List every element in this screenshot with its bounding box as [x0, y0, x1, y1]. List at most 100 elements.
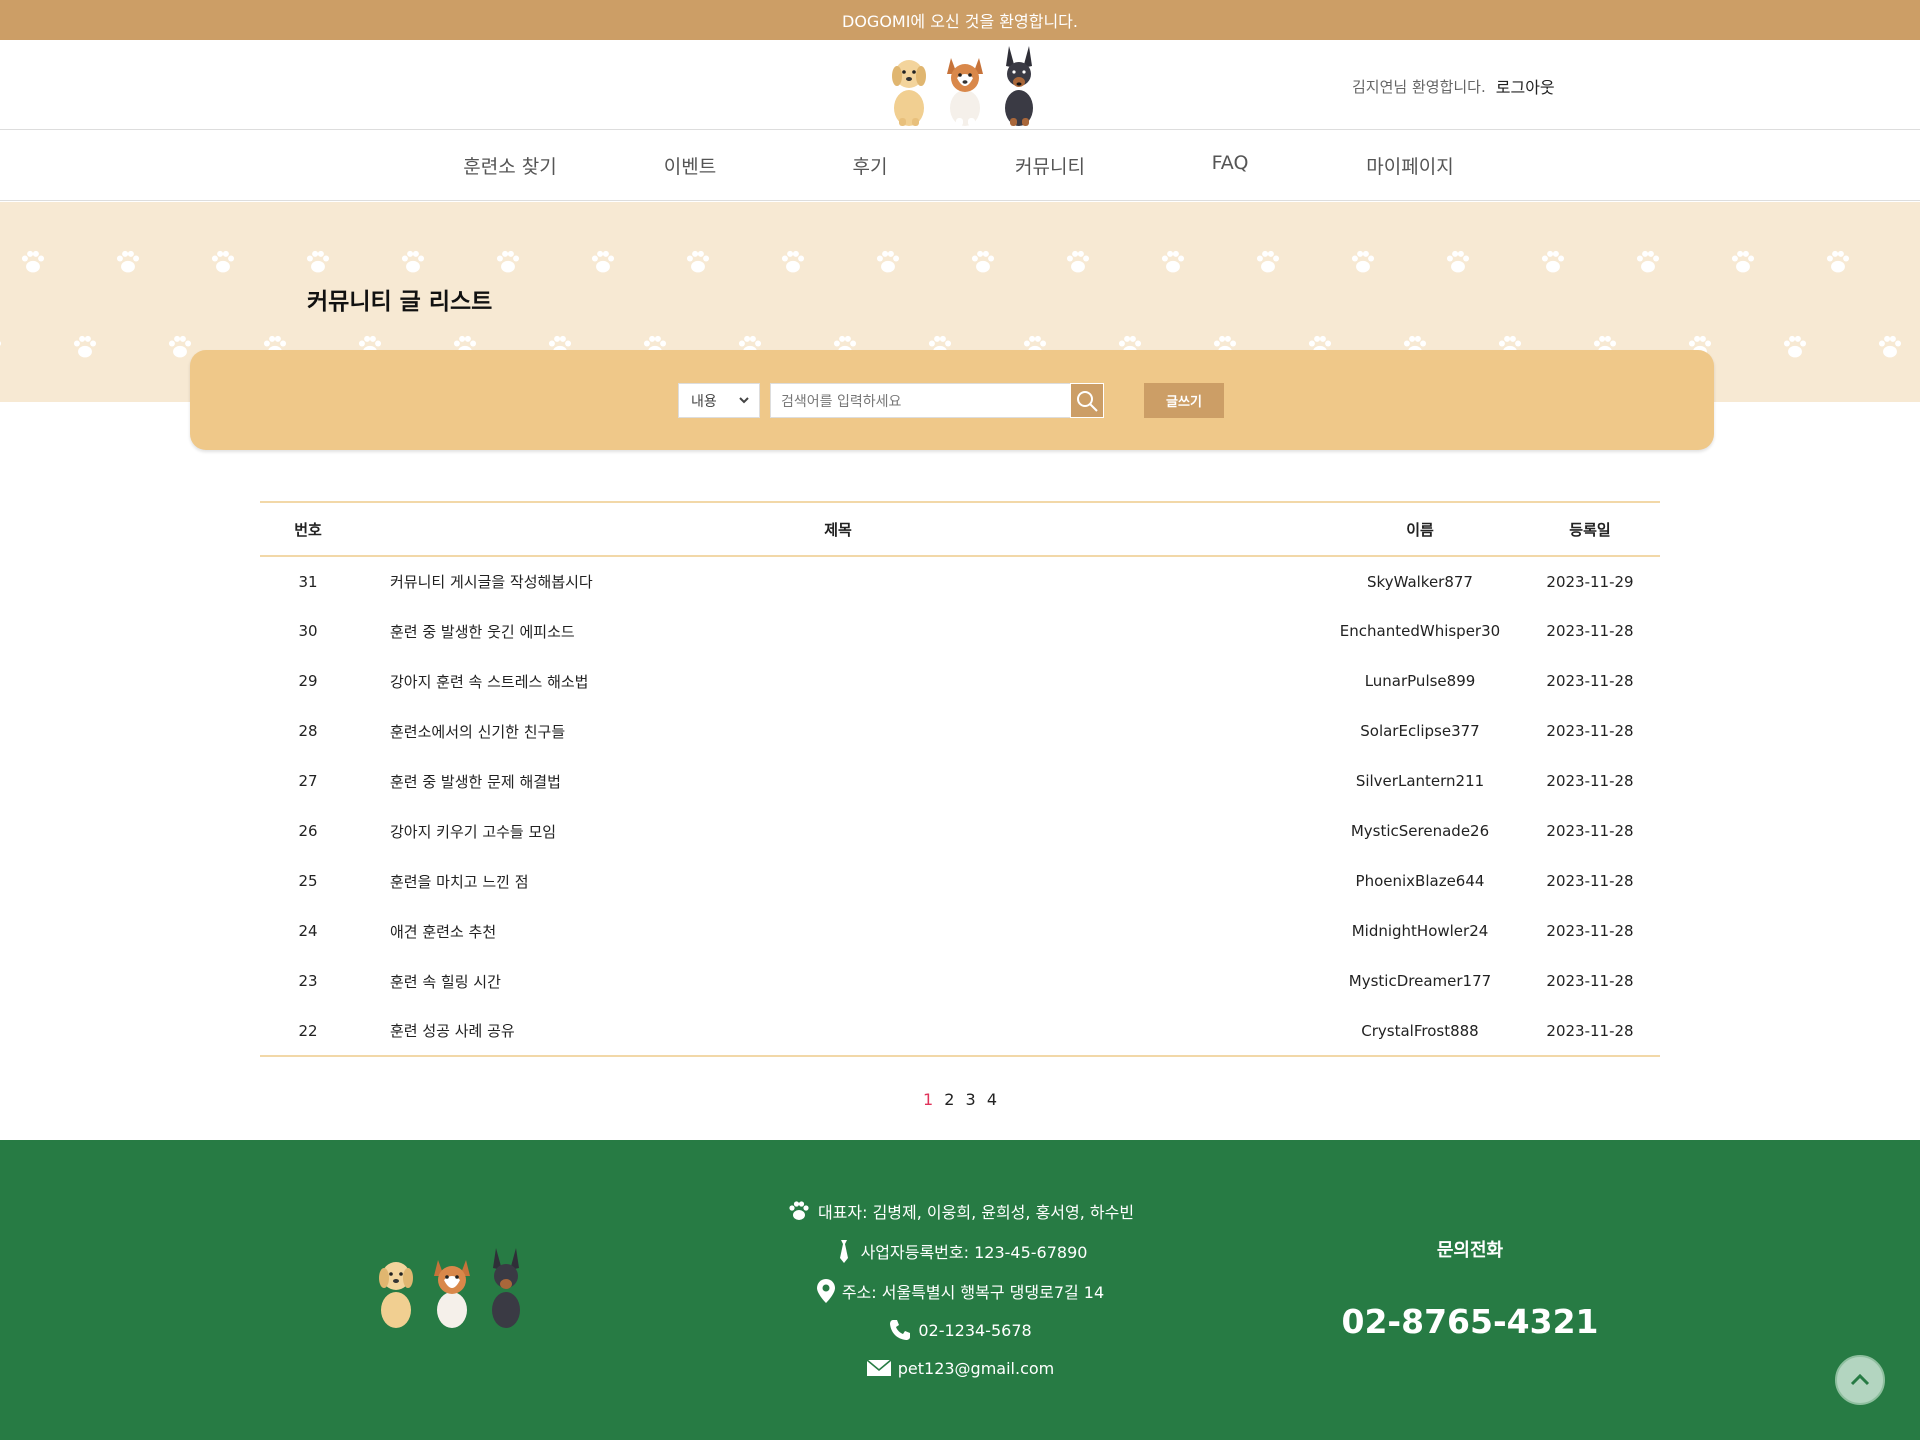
row-name: MidnightHowler24 — [1351, 922, 1489, 940]
chevron-up-icon — [1850, 1373, 1870, 1386]
table-row[interactable]: 24 애견 훈련소 추천 MidnightHowler24 2023-11-28 — [260, 906, 1660, 956]
search-placeholder: 검색어를 입력하세요 — [781, 393, 902, 410]
contact-title: 문의전화 — [1436, 1240, 1504, 1261]
phone-icon — [890, 1320, 911, 1340]
contact-phone: 02-8765-4321 — [1341, 1302, 1599, 1341]
table-row[interactable]: 23 훈련 속 힐링 시간 MysticDreamer177 2023-11-2… — [260, 956, 1660, 1006]
write-button[interactable]: 글쓰기 — [1144, 383, 1224, 418]
user-area: 김지연님 환영합니다. 로그아웃 — [1352, 74, 1555, 98]
row-title[interactable]: 훈련 중 발생한 문제 해결법 — [356, 756, 1320, 806]
main-nav: 훈련소 찾기 이벤트 후기 커뮤니티 FAQ 마이페이지 — [0, 130, 1920, 201]
footer-email-line: pet123@gmail.com — [0, 1358, 1920, 1378]
paw-pattern-icon — [971, 250, 995, 273]
table-row[interactable]: 28 훈련소에서의 신기한 친구들 SolarEclipse377 2023-1… — [260, 706, 1660, 756]
site-header: 김지연님 환영합니다. 로그아웃 — [0, 40, 1920, 130]
table-row[interactable]: 27 훈련 중 발생한 문제 해결법 SilverLantern211 2023… — [260, 756, 1660, 806]
paw-pattern-icon — [1256, 250, 1280, 273]
page-link-1[interactable]: 1 — [923, 1090, 933, 1109]
table-row[interactable]: 22 훈련 성공 사례 공유 CrystalFrost888 2023-11-2… — [260, 1006, 1660, 1056]
nav-item-find-training[interactable]: 훈련소 찾기 — [440, 152, 580, 179]
nav-item-community[interactable]: 커뮤니티 — [980, 152, 1120, 179]
paw-pattern-icon — [0, 341, 2, 346]
page-link-2[interactable]: 2 — [944, 1090, 954, 1109]
paw-pattern-icon — [1066, 250, 1090, 273]
row-title[interactable]: 애견 훈련소 추천 — [356, 906, 1320, 956]
paw-pattern-icon — [1826, 250, 1850, 273]
row-title[interactable]: 훈련을 마치고 느낀 점 — [356, 856, 1320, 906]
page-link-3[interactable]: 3 — [966, 1090, 976, 1109]
row-date: 2023-11-28 — [1546, 672, 1634, 690]
row-date: 2023-11-28 — [1546, 1021, 1634, 1040]
footer-address: 주소: 서울특별시 행복구 댕댕로7길 14 — [841, 1283, 1105, 1302]
footer-phone-line: 02-1234-5678 — [0, 1318, 1920, 1342]
row-title[interactable]: 훈련 중 발생한 웃긴 에피소드 — [356, 606, 1320, 656]
paw-pattern-icon — [211, 250, 235, 273]
paw-pattern-icon — [73, 335, 97, 358]
paw-pattern-icon — [1351, 250, 1375, 273]
header-no: 번호 — [294, 520, 322, 539]
row-title[interactable]: 훈련 속 힐링 시간 — [356, 956, 1320, 1006]
row-date: 2023-11-29 — [1546, 572, 1634, 591]
row-no: 28 — [298, 722, 318, 740]
row-title[interactable]: 커뮤니티 게시글을 작성해봅시다 — [356, 556, 1320, 606]
paw-pattern-icon — [1446, 250, 1470, 273]
row-name: SilverLantern211 — [1355, 772, 1485, 790]
row-no: 26 — [298, 822, 318, 840]
nav-item-event[interactable]: 이벤트 — [620, 152, 760, 179]
row-title[interactable]: 강아지 키우기 고수들 모임 — [356, 806, 1320, 856]
row-name: EnchantedWhisper30 — [1339, 622, 1501, 640]
post-table: 번호 제목 이름 등록일 31 커뮤니티 게시글을 작성해봅시다 SkyWalk… — [260, 501, 1660, 1057]
search-type-value: 내용 — [691, 393, 717, 410]
paw-pattern-icon — [686, 250, 710, 273]
footer-business-no: 사업자등록번호: 123-45-67890 — [860, 1243, 1088, 1262]
row-date: 2023-11-28 — [1546, 622, 1634, 640]
doberman-icon — [1005, 46, 1033, 126]
table-row[interactable]: 29 강아지 훈련 속 스트레스 해소법 LunarPulse899 2023-… — [260, 656, 1660, 706]
footer-address-line: 주소: 서울특별시 행복구 댕댕로7길 14 — [0, 1278, 1920, 1304]
pagination: 1 2 3 4 — [0, 1090, 1920, 1109]
row-name: CrystalFrost888 — [1361, 1021, 1479, 1040]
search-button[interactable] — [1070, 383, 1104, 418]
row-date: 2023-11-28 — [1546, 822, 1634, 840]
row-name: LunarPulse899 — [1364, 672, 1476, 690]
paw-pattern-icon — [1636, 250, 1660, 273]
mail-icon — [866, 1359, 892, 1376]
row-name: MysticSerenade26 — [1350, 822, 1490, 840]
table-row[interactable]: 26 강아지 키우기 고수들 모임 MysticSerenade26 2023-… — [260, 806, 1660, 856]
nav-item-mypage[interactable]: 마이페이지 — [1340, 152, 1480, 179]
row-date: 2023-11-28 — [1546, 922, 1634, 940]
footer-email: pet123@gmail.com — [897, 1358, 1055, 1378]
search-input[interactable]: 검색어를 입력하세요 — [770, 383, 1075, 418]
paw-pattern-icon — [116, 250, 140, 273]
paw-pattern-icon — [401, 250, 425, 273]
table-row[interactable]: 31 커뮤니티 게시글을 작성해봅시다 SkyWalker877 2023-11… — [260, 556, 1660, 606]
row-title[interactable]: 강아지 훈련 속 스트레스 해소법 — [356, 656, 1320, 706]
paw-pattern-icon — [1878, 335, 1902, 358]
search-type-select[interactable]: 내용 — [678, 383, 760, 418]
row-no: 30 — [298, 622, 318, 640]
footer-ceo-line: 대표자: 김병제, 이웅희, 윤희성, 홍서영, 하수빈 — [0, 1198, 1920, 1224]
table-row[interactable]: 30 훈련 중 발생한 웃긴 에피소드 EnchantedWhisper30 2… — [260, 606, 1660, 656]
scroll-top-button[interactable] — [1835, 1355, 1885, 1405]
footer-business-line: 사업자등록번호: 123-45-67890 — [0, 1238, 1920, 1264]
row-no: 25 — [298, 872, 318, 890]
paw-pattern-icon — [1731, 250, 1755, 273]
row-date: 2023-11-28 — [1546, 772, 1634, 790]
footer-phone: 02-1234-5678 — [918, 1320, 1032, 1340]
row-date: 2023-11-28 — [1546, 972, 1634, 990]
row-no: 27 — [298, 772, 318, 790]
row-title[interactable]: 훈련소에서의 신기한 친구들 — [356, 706, 1320, 756]
row-no: 24 — [298, 922, 318, 940]
row-title[interactable]: 훈련 성공 사례 공유 — [356, 1006, 1320, 1056]
header-title: 제목 — [824, 520, 852, 539]
logout-link[interactable]: 로그아웃 — [1496, 74, 1555, 98]
nav-item-faq[interactable]: FAQ — [1160, 152, 1300, 174]
nav-item-review[interactable]: 후기 — [800, 152, 940, 179]
table-row[interactable]: 25 훈련을 마치고 느낀 점 PhoenixBlaze644 2023-11-… — [260, 856, 1660, 906]
page-link-4[interactable]: 4 — [987, 1090, 997, 1109]
search-icon — [1077, 390, 1098, 412]
row-no: 29 — [298, 672, 318, 690]
user-greeting: 김지연님 환영합니다. — [1352, 77, 1486, 96]
logo[interactable] — [885, 44, 1045, 128]
paw-pattern-icon — [591, 250, 615, 273]
